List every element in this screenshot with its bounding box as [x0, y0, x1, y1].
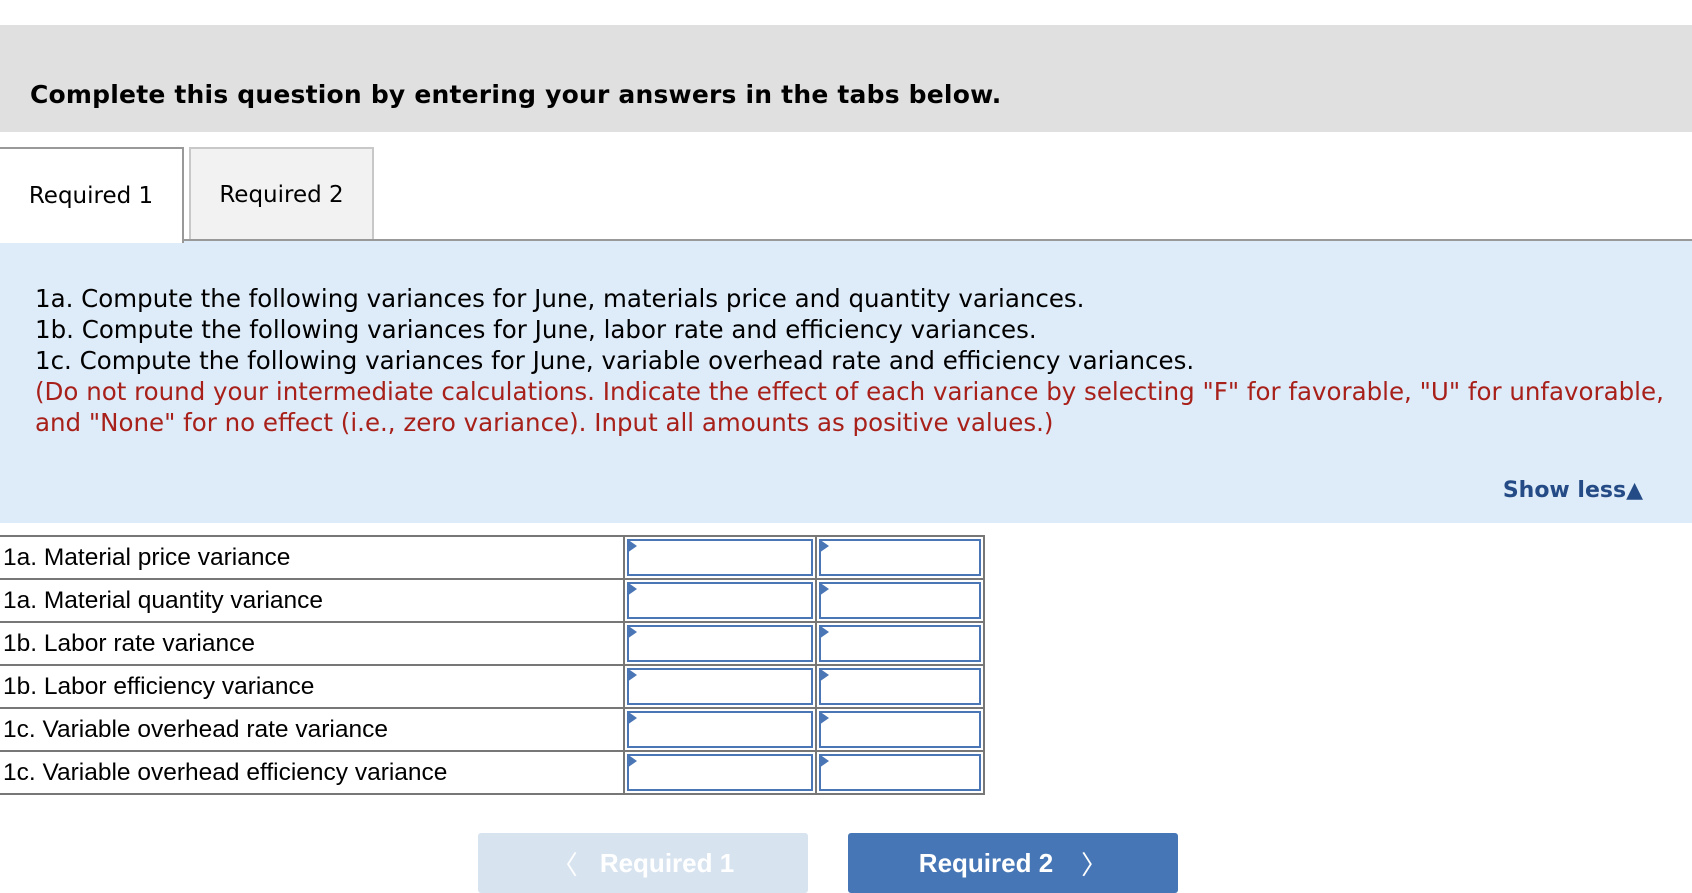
- input-marker-icon: [627, 539, 637, 553]
- question-header: Complete this question by entering your …: [0, 25, 1692, 132]
- input-marker-icon: [819, 625, 829, 639]
- table-row: 1a. Material quantity variance: [0, 578, 985, 623]
- tab-label: Required 1: [28, 183, 154, 209]
- amount-input[interactable]: [627, 668, 813, 705]
- effect-cell: [815, 621, 985, 666]
- input-marker-icon: [627, 625, 637, 639]
- row-label: 1c. Variable overhead rate variance: [0, 707, 625, 752]
- row-label: 1a. Material price variance: [0, 535, 625, 580]
- instruction-1b: 1b. Compute the following variances for …: [35, 315, 1037, 344]
- amount-input[interactable]: [627, 711, 813, 748]
- amount-cell: [623, 578, 817, 623]
- table-row: 1b. Labor efficiency variance: [0, 664, 985, 709]
- tab-required-2[interactable]: Required 2: [189, 147, 374, 241]
- amount-cell: [623, 664, 817, 709]
- chevron-left-icon: 〈: [551, 849, 578, 880]
- input-marker-icon: [819, 711, 829, 725]
- instruction-1a: 1a. Compute the following variances for …: [35, 284, 1085, 313]
- table-row: 1b. Labor rate variance: [0, 621, 985, 666]
- next-required-2-button[interactable]: Required 2 〉: [848, 833, 1178, 893]
- amount-cell: [623, 707, 817, 752]
- table-row: 1a. Material price variance: [0, 535, 985, 580]
- variance-table: 1a. Material price variance 1a. Material …: [0, 535, 985, 795]
- effect-cell: [815, 707, 985, 752]
- amount-cell: [623, 750, 817, 795]
- input-marker-icon: [627, 711, 637, 725]
- input-marker-icon: [627, 668, 637, 682]
- chevron-right-icon: 〉: [1081, 849, 1108, 880]
- instruction-note: (Do not round your intermediate calculat…: [35, 377, 1664, 437]
- instructions-panel: 1a. Compute the following variances for …: [0, 241, 1692, 523]
- input-marker-icon: [819, 539, 829, 553]
- input-marker-icon: [819, 754, 829, 768]
- instruction-1c: 1c. Compute the following variances for …: [35, 346, 1195, 375]
- effect-select[interactable]: [819, 754, 981, 791]
- prev-required-1-button[interactable]: 〈 Required 1: [478, 833, 808, 893]
- input-marker-icon: [627, 582, 637, 596]
- row-label: 1b. Labor efficiency variance: [0, 664, 625, 709]
- effect-cell: [815, 535, 985, 580]
- table-row: 1c. Variable overhead efficiency varianc…: [0, 750, 985, 795]
- effect-select[interactable]: [819, 711, 981, 748]
- effect-cell: [815, 750, 985, 795]
- next-button-label: Required 2: [918, 847, 1054, 878]
- effect-cell: [815, 664, 985, 709]
- input-marker-icon: [819, 668, 829, 682]
- amount-cell: [623, 621, 817, 666]
- input-marker-icon: [627, 754, 637, 768]
- show-less-link[interactable]: Show less▲: [1503, 478, 1643, 503]
- row-label: 1b. Labor rate variance: [0, 621, 625, 666]
- amount-input[interactable]: [627, 539, 813, 576]
- show-less-label: Show less: [1502, 478, 1627, 503]
- amount-input[interactable]: [627, 754, 813, 791]
- tab-required-1[interactable]: Required 1: [0, 147, 184, 243]
- amount-cell: [623, 535, 817, 580]
- prev-button-label: Required 1: [599, 847, 735, 878]
- triangle-up-icon: ▲: [1626, 478, 1643, 503]
- effect-select[interactable]: [819, 582, 981, 619]
- row-label: 1c. Variable overhead efficiency varianc…: [0, 750, 625, 795]
- tab-bar: Required 1 Required 2: [0, 147, 1692, 243]
- table-row: 1c. Variable overhead rate variance: [0, 707, 985, 752]
- tab-label: Required 2: [219, 182, 344, 208]
- effect-select[interactable]: [819, 539, 981, 576]
- header-title: Complete this question by entering your …: [30, 80, 1002, 109]
- effect-select[interactable]: [819, 668, 981, 705]
- amount-input[interactable]: [627, 625, 813, 662]
- input-marker-icon: [819, 582, 829, 596]
- effect-cell: [815, 578, 985, 623]
- amount-input[interactable]: [627, 582, 813, 619]
- row-label: 1a. Material quantity variance: [0, 578, 625, 623]
- effect-select[interactable]: [819, 625, 981, 662]
